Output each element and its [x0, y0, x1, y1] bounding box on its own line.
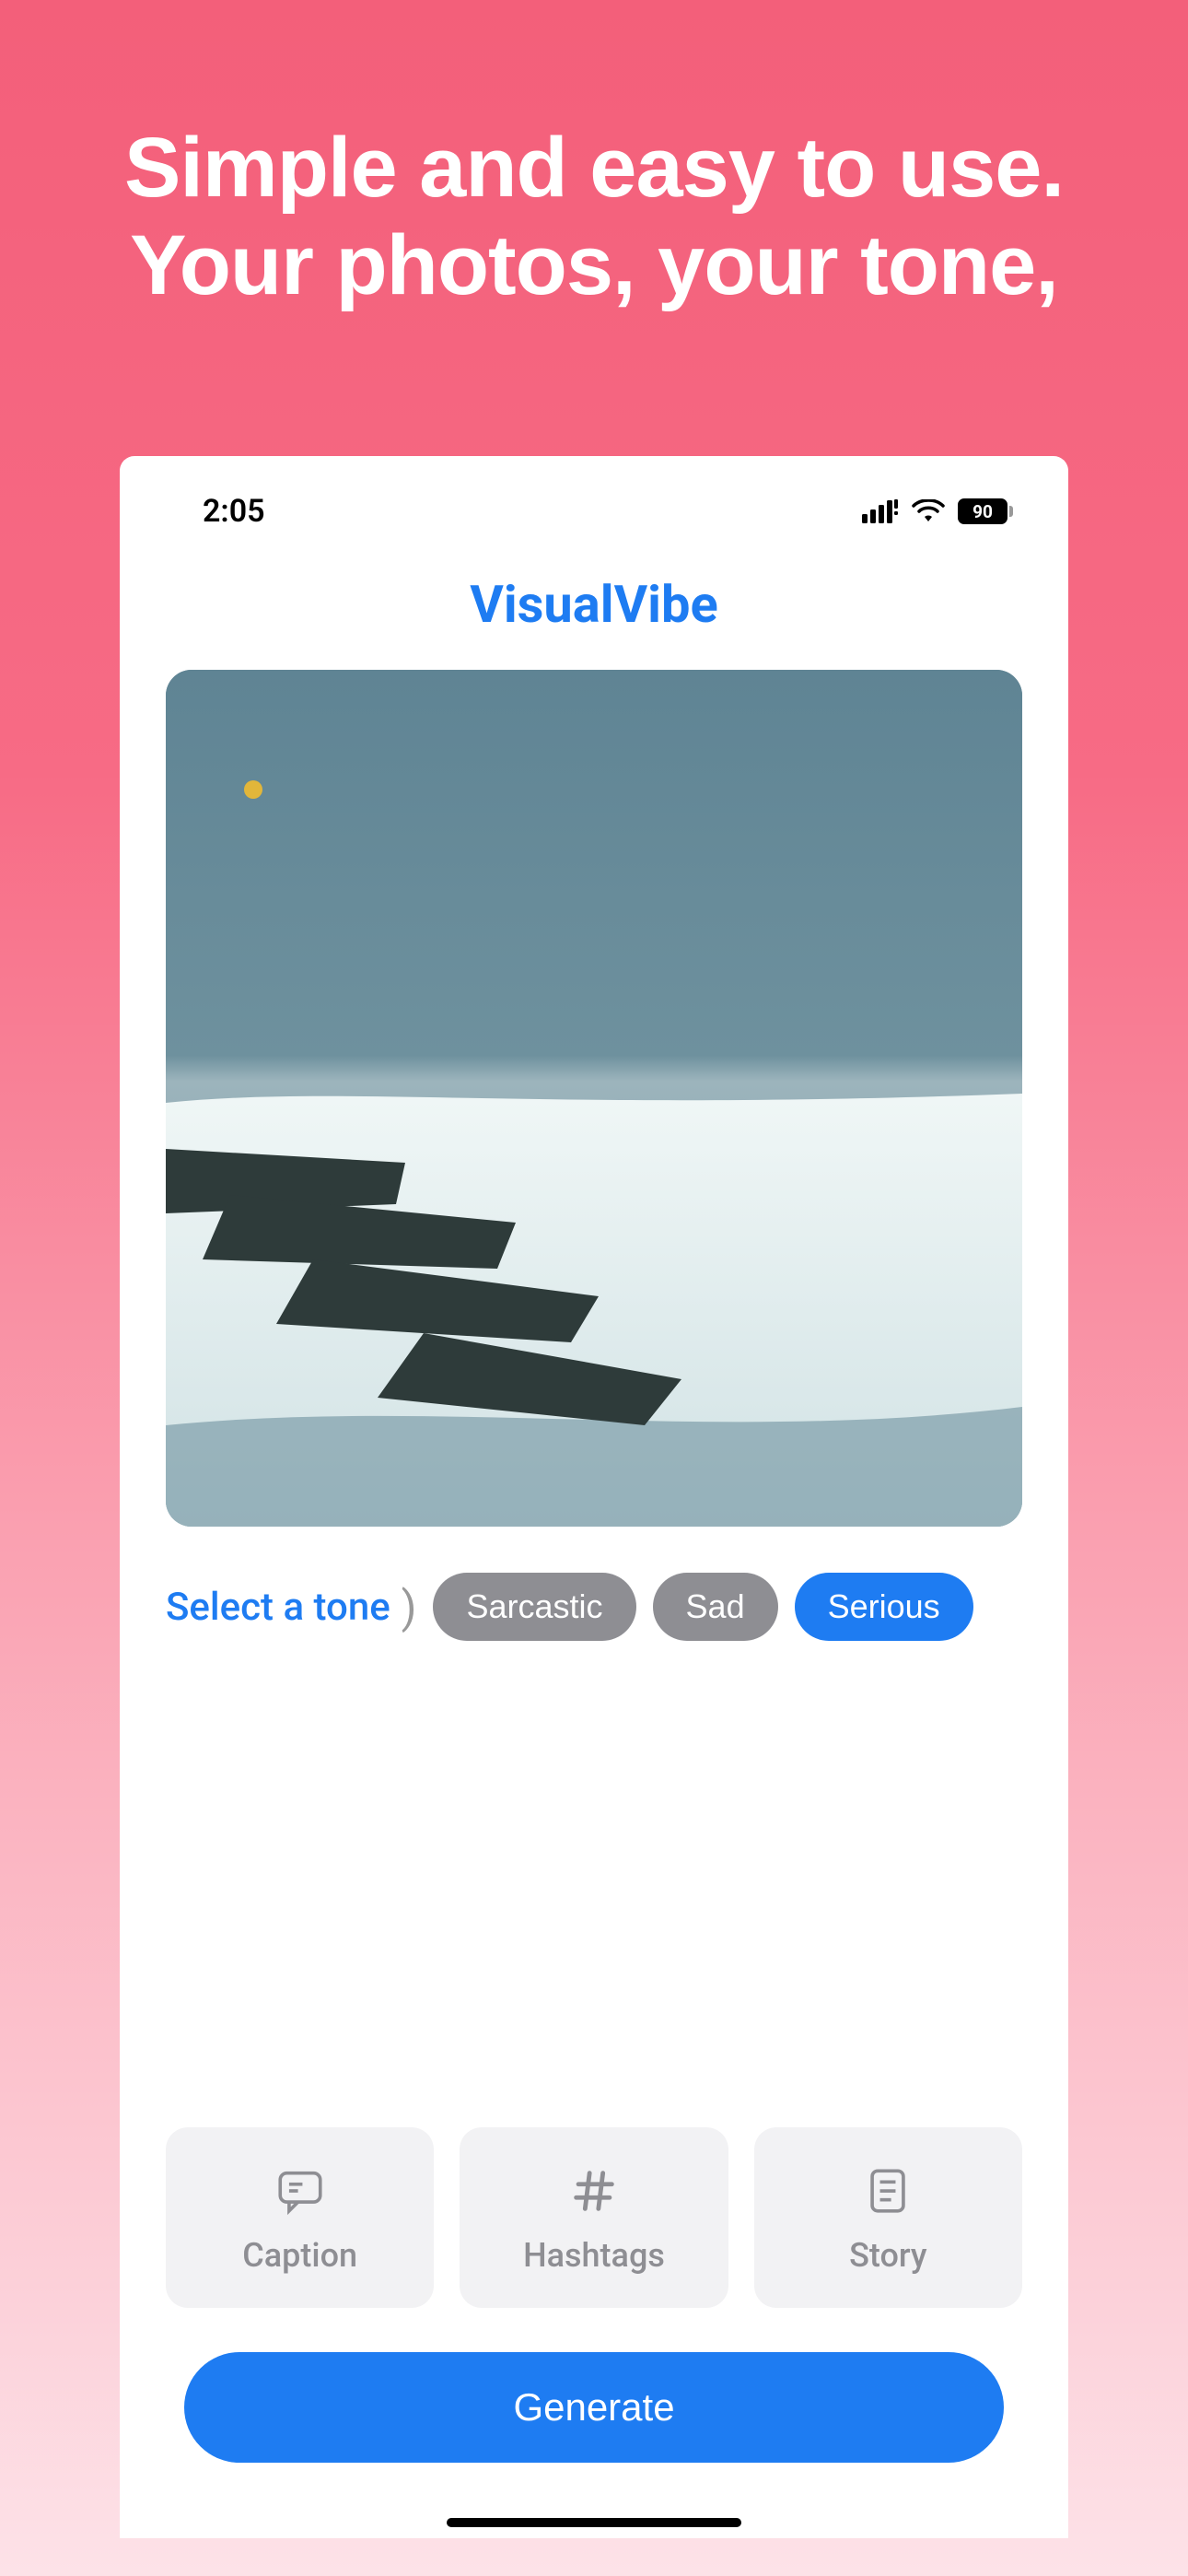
- app-title: VisualVibe: [120, 574, 1068, 635]
- output-options: Caption Hashtags Story: [166, 2127, 1022, 2308]
- battery-indicator: 90: [958, 498, 1013, 524]
- phone-frame: 2:05 90 VisualVibe: [120, 456, 1068, 2538]
- promo-headline: Simple and easy to use. Your photos, you…: [0, 0, 1188, 315]
- option-hashtags[interactable]: Hashtags: [460, 2127, 728, 2308]
- wifi-icon: [912, 499, 945, 523]
- status-bar: 2:05 90: [120, 456, 1068, 548]
- tone-selector: Select a tone ) Sarcastic Sad Serious: [166, 1573, 1022, 1641]
- status-time: 2:05: [203, 493, 265, 530]
- tone-scroll-peek: ): [402, 1581, 417, 1633]
- generate-button[interactable]: Generate: [184, 2352, 1004, 2463]
- tone-chip-sarcastic[interactable]: Sarcastic: [433, 1573, 635, 1641]
- tone-chip-serious[interactable]: Serious: [795, 1573, 973, 1641]
- option-hashtags-label: Hashtags: [523, 2236, 665, 2275]
- option-story-label: Story: [849, 2236, 926, 2275]
- option-story[interactable]: Story: [754, 2127, 1022, 2308]
- hash-icon: [567, 2164, 621, 2218]
- cellular-icon: [862, 499, 899, 523]
- battery-level: 90: [973, 501, 993, 522]
- tone-label: Select a tone: [166, 1585, 390, 1630]
- tone-chip-sad[interactable]: Sad: [653, 1573, 778, 1641]
- option-caption-label: Caption: [242, 2236, 357, 2275]
- home-indicator[interactable]: [447, 2518, 741, 2527]
- document-icon: [861, 2164, 914, 2218]
- chat-icon: [274, 2164, 327, 2218]
- option-caption[interactable]: Caption: [166, 2127, 434, 2308]
- status-right: 90: [862, 498, 1013, 524]
- uploaded-photo[interactable]: [166, 670, 1022, 1527]
